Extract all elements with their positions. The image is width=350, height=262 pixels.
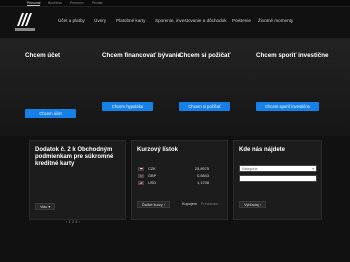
promo-more-label: Viac [40,205,48,209]
chevron-down-icon: ▾ [312,167,314,171]
nav-life-moments[interactable]: Životné momenty [258,18,293,23]
rate-code: GBP [148,173,157,178]
segment-private[interactable]: Private [92,1,103,5]
bank-logo[interactable] [15,12,35,34]
rate-value: 0,8843 [197,173,209,178]
search-button-label: Vyhľadaj [244,203,259,207]
rate-row: GBP 0,8843 [138,173,224,179]
promo-panel: Dodatok č. 2 k Obchodným podmienkam pre … [29,140,126,220]
rates-title: Kurzový lístok [137,147,179,153]
chevron-right-icon: › [163,203,166,207]
nav-insurance[interactable]: Poistenie [232,18,251,23]
hero-text-borrow [179,67,244,91]
category-select-placeholder: Kategória [242,167,258,171]
rate-value: 25,8975 [194,166,209,171]
rate-code: USD [148,180,157,185]
logo-wordmark [15,28,35,31]
flag-cz-icon [138,167,144,171]
hero-col-housing: Chcem financovať bývanie [102,52,181,91]
hero-col-borrow: Chcem si požičať [179,52,244,91]
more-rates-button[interactable]: Ďalšie kurzy › [137,201,171,208]
pager-next-icon[interactable]: › [79,219,80,224]
hero-text-invest [256,67,321,91]
page: Personal Business Premium Private Účet a… [0,0,350,262]
location-search-input[interactable] [239,175,317,182]
flag-gb-icon [138,174,144,178]
promo-title: Dodatok č. 2 k Obchodným podmienkam pre … [35,147,114,167]
segment-premium[interactable]: Premium [70,1,84,5]
segment-business[interactable]: Business [48,1,62,5]
chevron-down-icon: ▾ [48,205,51,209]
rates-panel: Kurzový lístok CZK 25,8975 GBP 0,8843 US… [131,140,228,220]
rate-value: 1,1708 [197,180,209,185]
nav-cards[interactable]: Platobné karty [116,18,145,23]
hero-button-account[interactable]: Chcem účet [25,109,76,118]
nav-accounts[interactable]: Účet a platby [58,18,85,23]
hero-title-account: Chcem účet [25,52,61,59]
find-us-title: Kde nás nájdete [239,147,286,153]
pager-pages[interactable]: 1 2 3 [68,219,77,224]
logo-mark-icon [17,13,32,26]
segment-personal[interactable]: Personal [27,1,41,6]
hero-text-account [25,67,90,91]
hero-button-mortgage[interactable]: Chcem hypotéku [102,102,153,111]
promo-more-button[interactable]: Viac ▾ [35,203,56,210]
hero-title-invest: Chcem sporiť investične [256,52,329,59]
top-segment-bar: Personal Business Premium Private [0,0,350,7]
rate-row: CZK 25,8975 [138,166,224,172]
hero-title-housing: Chcem financovať bývanie [102,52,181,59]
hero-button-invest[interactable]: Chcem sporiť investične [256,102,319,111]
find-us-panel: Kde nás nájdete Kategória ▾ Vyhľadaj › [233,140,322,220]
rate-code: CZK [148,166,156,171]
more-rates-label: Ďalšie kurzy [142,203,163,207]
nav-savings[interactable]: Sporenie, investovanie a dôchodok [155,18,227,23]
hero-text-housing [102,67,167,91]
search-button[interactable]: Vyhľadaj › [239,201,267,208]
nav-loans[interactable]: Úvery [94,18,106,23]
tab-sell[interactable]: Predávam [201,202,218,207]
hero-title-borrow: Chcem si požičať [179,52,231,59]
promo-pager[interactable]: ‹ 1 2 3 › [66,219,80,224]
hero-col-invest: Chcem sporiť investične [256,52,329,91]
flag-us-icon [138,181,144,185]
rate-row: USD 1,1708 [138,180,224,186]
tab-buy[interactable]: Kupujem [182,202,197,207]
hero-button-borrow[interactable]: Chcem si požičať [179,102,230,111]
hero-col-account: Chcem účet [25,52,90,91]
category-select[interactable]: Kategória ▾ [239,165,317,172]
chevron-right-icon: › [259,203,262,207]
